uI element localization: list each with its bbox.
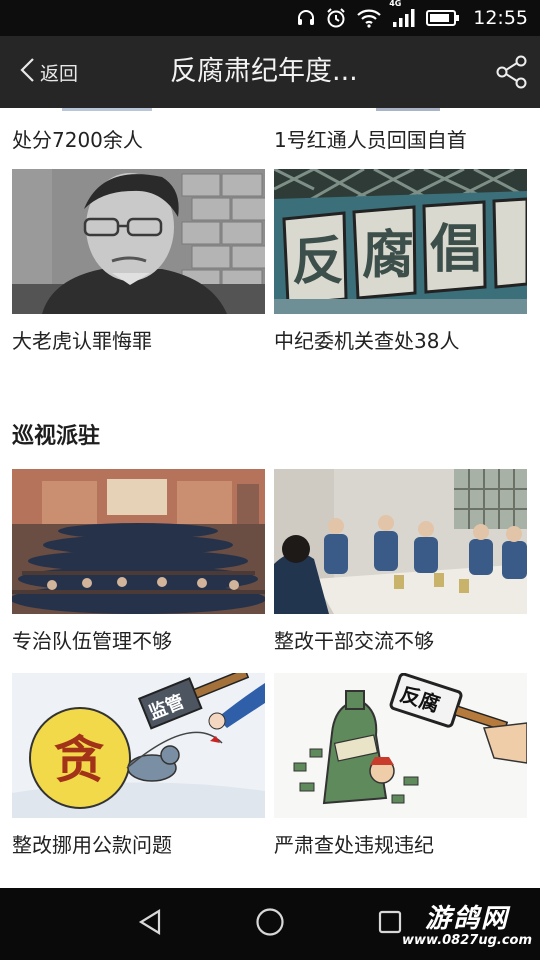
news-card[interactable]: 贪 监管 整改挪用公款问题 [12,673,265,857]
status-icons: 4G 12:55 [296,0,528,36]
back-label: 返回 [40,62,79,85]
svg-text:腐: 腐 [362,226,414,286]
watermark-name: 游鸽网 [424,904,509,934]
section-title: 巡视派驻 [12,424,101,449]
back-button[interactable]: 返回 [18,36,78,108]
news-card-caption: 整改干部交流不够 [274,629,434,653]
anti-corruption-sign-photo: 反 腐 倡 [274,169,527,314]
news-grid: 处分7200余人 1号红通人员回国自首 大老虎认罪悔罪 反 腐 倡 中纪委机关查… [0,108,540,888]
partial-thumbnail-right [376,108,440,111]
app-header: 返回 反腐肃纪年度... [0,36,540,108]
share-icon [494,55,530,94]
clock: 12:55 [473,7,528,29]
watermark: 游鸽网 www.0827ug.com [402,898,532,948]
network-type-label: 4G [389,0,402,8]
back-triangle-icon [137,908,163,940]
news-card-caption: 整改挪用公款问题 [12,833,172,857]
anti-corruption-hammer-cartoon: 反腐 [274,673,527,818]
partial-thumbnail-left [62,108,152,111]
news-card-caption: 大老虎认罪悔罪 [12,329,152,353]
headphones-icon [296,8,316,28]
status-bar: 4G 12:55 [0,0,540,36]
battery-icon [426,9,460,27]
watermark-url: www.0827ug.com [402,933,532,948]
news-card-caption: 严肃查处违规违纪 [274,833,434,857]
svg-text:反: 反 [292,232,344,292]
news-card[interactable]: 反 腐 倡 中纪委机关查处38人 [274,169,527,353]
share-button[interactable] [494,54,530,90]
signal-icon: 4G [389,0,417,28]
chevron-left-icon [18,57,36,87]
nav-home-button[interactable] [245,888,295,960]
svg-text:倡: 倡 [430,220,482,280]
news-card-caption: 专治队伍管理不够 [12,629,172,653]
news-card[interactable]: 专治队伍管理不够 [12,469,265,653]
news-card-caption: 中纪委机关查处38人 [274,329,460,353]
police-meeting-hall-photo [12,469,265,614]
cartoon-text-greed: 贪 [54,731,104,789]
page-title: 反腐肃纪年度... [170,56,358,87]
news-card-caption: 1号红通人员回国自首 [274,128,467,152]
supervision-hammer-cartoon: 贪 监管 [12,673,265,818]
alarm-icon [325,7,347,29]
news-card[interactable]: 整改干部交流不够 [274,469,527,653]
man-in-courtroom-photo [12,169,265,314]
officials-meeting-table-photo [274,469,527,614]
news-card[interactable]: 反腐 严肃查处违规违纪 [274,673,527,857]
recent-square-icon [377,909,403,939]
home-circle-icon [255,907,285,941]
nav-back-button[interactable] [125,888,175,960]
wifi-icon [356,8,382,28]
news-card-caption: 处分7200余人 [12,128,143,152]
navigation-bar: 游鸽网 www.0827ug.com [0,888,540,960]
news-card[interactable]: 大老虎认罪悔罪 [12,169,265,353]
